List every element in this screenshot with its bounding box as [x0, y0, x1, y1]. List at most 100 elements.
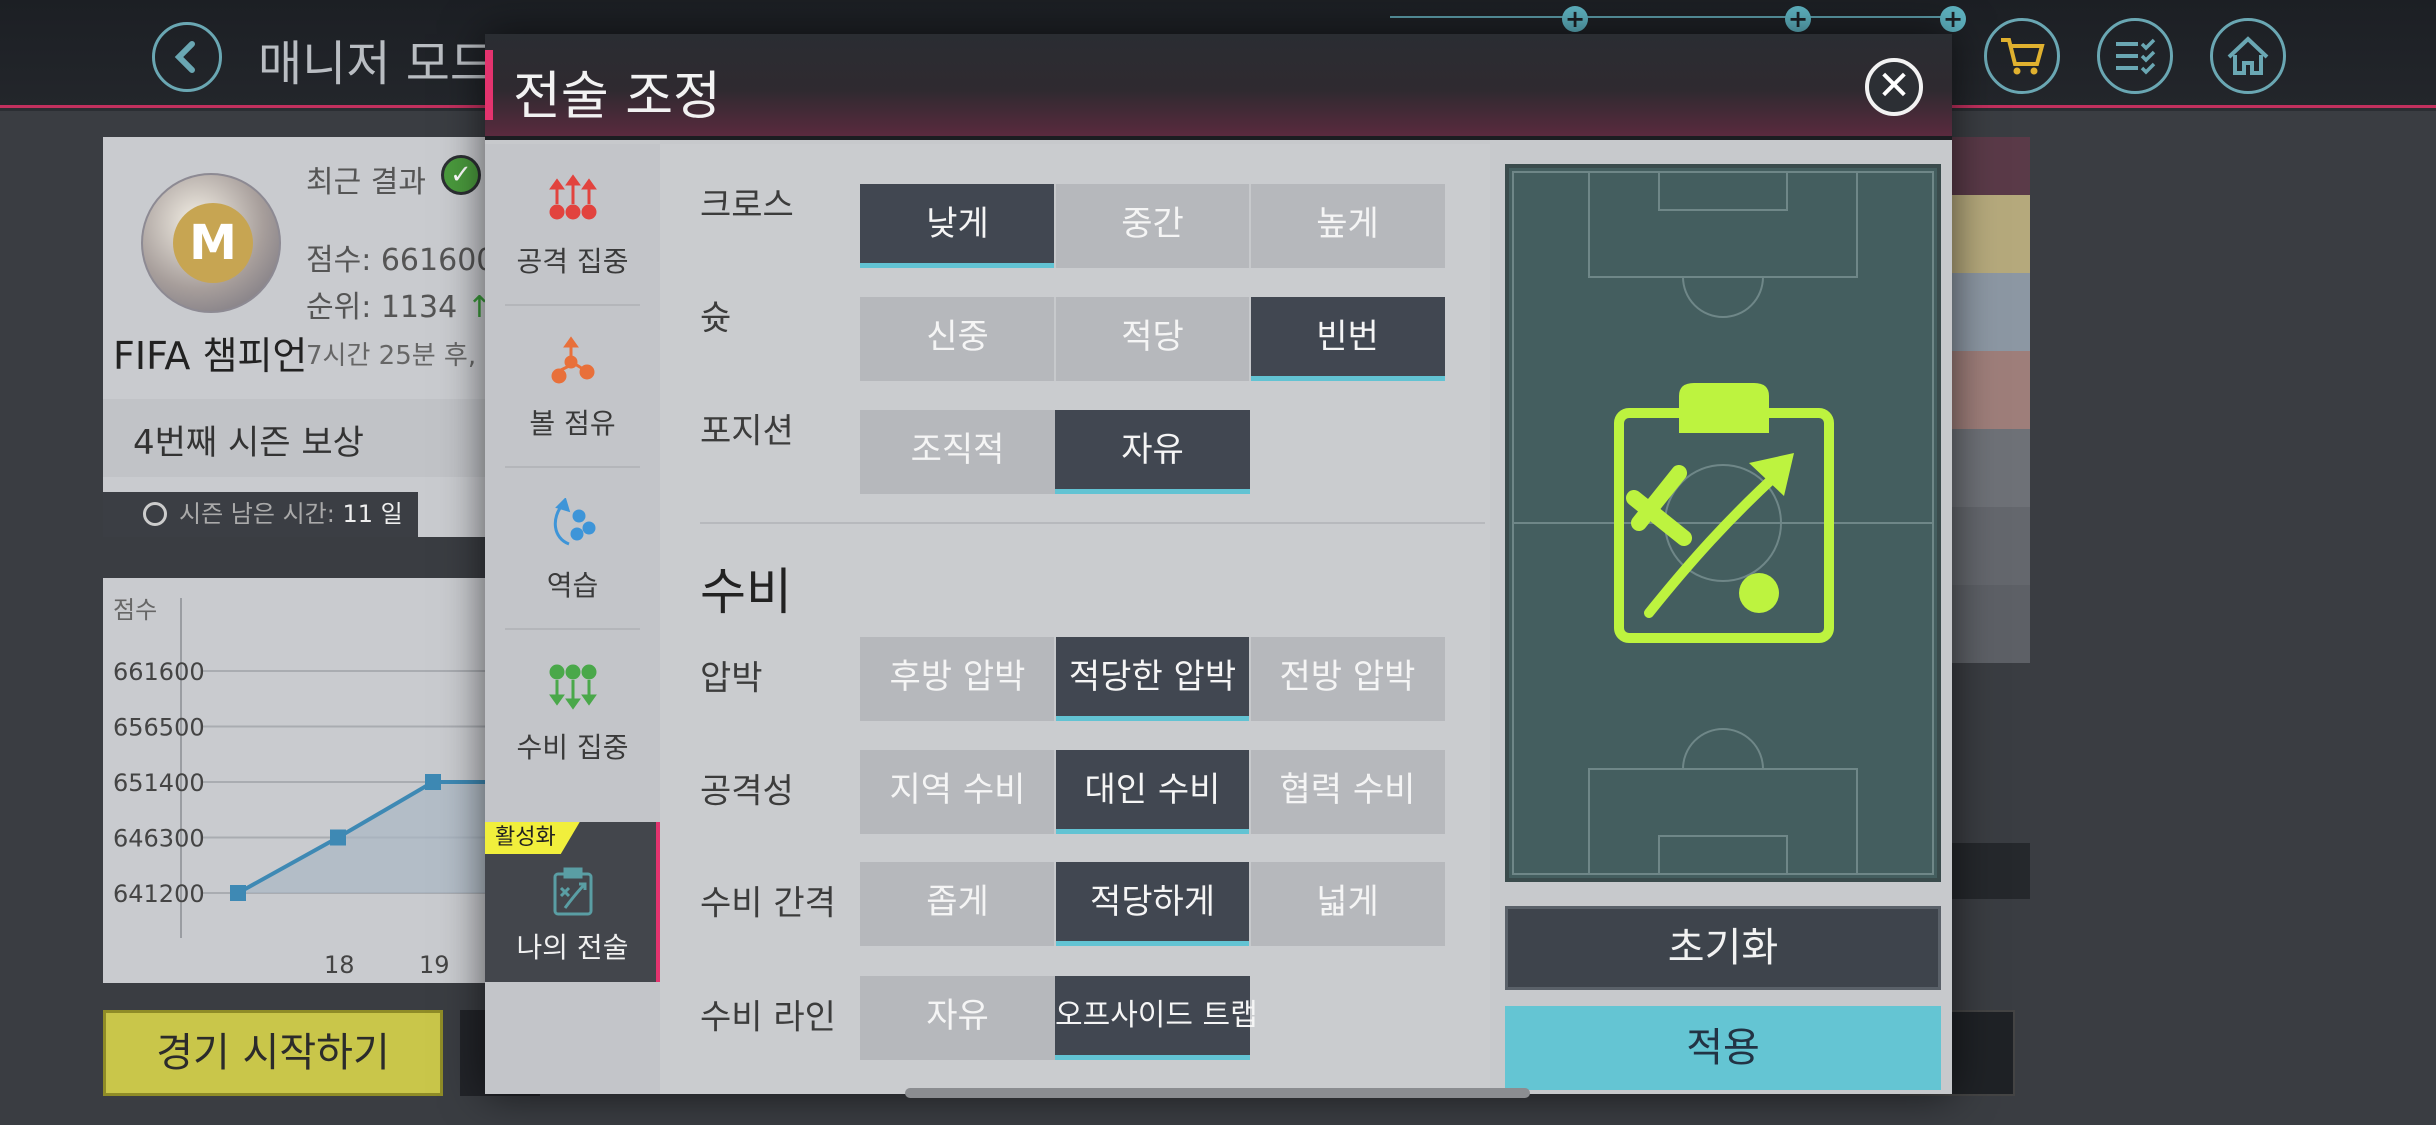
tab-my-tactics[interactable]: 활성화 나의 전술 — [485, 822, 660, 982]
aggression-man-option[interactable]: 대인 수비 — [1055, 750, 1250, 834]
counter-attack-icon — [553, 498, 596, 546]
aggression-label: 공격성 — [700, 771, 794, 812]
tab-possession[interactable]: 볼 점유 — [485, 306, 660, 466]
tab-label: 나의 전술 — [516, 931, 629, 964]
score-text: 점수: 661600 — [306, 243, 496, 278]
season-reward-banner[interactable]: 4번째 시즌 보상 — [103, 399, 523, 477]
chart-point — [230, 885, 246, 901]
pressure-front-option[interactable]: 전방 압박 — [1250, 637, 1445, 721]
attack-focus-icon — [549, 174, 597, 220]
rank-value: 순위: 1134 — [306, 290, 458, 325]
shot-careful-option[interactable]: 신중 — [860, 297, 1055, 381]
chart-y-tick-label: 651400 — [113, 769, 205, 797]
recent-results-label: 최근 결과 — [306, 165, 426, 200]
apply-button[interactable]: 적용 — [1505, 1006, 1941, 1090]
modal-header: 전술 조정 ✕ — [485, 34, 1952, 140]
pressure-label: 압박 — [700, 658, 763, 699]
pressure-back-option[interactable]: 후방 압박 — [860, 637, 1055, 721]
chart-y-tick-label: 646300 — [113, 825, 205, 853]
list-stripe — [1950, 429, 2030, 507]
chart-point — [330, 829, 346, 846]
chart-y-tick-label: 641200 — [113, 880, 205, 908]
chevron-left-icon — [174, 41, 195, 73]
line-offside-trap-option[interactable]: 오프사이드 트랩 — [1055, 976, 1258, 1060]
season-reward-label: 4번째 시즌 보상 — [133, 423, 364, 463]
cart-icon — [2001, 38, 2045, 75]
tab-defense-focus[interactable]: 수비 집중 — [485, 630, 660, 790]
aggression-zone-option[interactable]: 지역 수비 — [860, 750, 1055, 834]
clipboard-tactic-icon — [1614, 383, 1834, 643]
horizontal-scrollbar[interactable] — [905, 1088, 1530, 1098]
position-free-option[interactable]: 자유 — [1055, 410, 1250, 494]
list-stripe — [1950, 843, 2030, 899]
cross-high-option[interactable]: 높게 — [1250, 184, 1445, 268]
possession-icon — [551, 336, 595, 384]
defense-width-label: 수비 간격 — [700, 883, 836, 924]
emblem-logo: M — [173, 203, 253, 283]
plus-icon[interactable]: + — [1940, 6, 1966, 32]
page-title: 매니저 모드 — [258, 36, 495, 92]
tab-attack-focus[interactable]: 공격 집중 — [485, 144, 660, 304]
start-match-button[interactable]: 경기 시작하기 — [103, 1010, 443, 1096]
plus-icon[interactable]: + — [1785, 6, 1811, 32]
chart-y-tick-label: 661600 — [113, 658, 205, 686]
list-stripe — [1950, 195, 2030, 273]
segment-separator — [1249, 297, 1251, 381]
header-accent — [485, 50, 493, 120]
plus-icon[interactable]: + — [1562, 6, 1588, 32]
my-tactics-icon — [553, 867, 593, 916]
width-narrow-option[interactable]: 좁게 — [860, 862, 1055, 946]
profile-card: M 최근 결과 ✓ 점수: 661600 순위: 1134 ↑ FIFA 챔피언… — [103, 137, 523, 537]
position-label: 포지션 — [700, 411, 794, 452]
back-button[interactable] — [152, 22, 222, 92]
tactics-options: 크로스 낮게 중간 높게 슛 신중 적당 빈번 포지션 조직적 자유 수비 압박… — [660, 144, 1490, 1094]
home-icon — [2227, 36, 2269, 75]
tactics-preview-panel: 초기화 적용 — [1490, 144, 1952, 1094]
stopwatch-icon — [143, 502, 167, 526]
season-time-label: 시즌 남은 시간: — [179, 500, 335, 528]
rank-emblem: M — [141, 173, 281, 313]
section-divider — [700, 522, 1485, 524]
defense-section-title: 수비 — [700, 563, 792, 621]
segment-separator — [1249, 184, 1251, 268]
width-moderate-option[interactable]: 적당하게 — [1055, 862, 1250, 946]
shop-cart-button[interactable] — [1984, 18, 2060, 94]
list-stripe — [1950, 273, 2030, 351]
tab-label: 역습 — [546, 569, 599, 602]
chart-y-tick-label: 656500 — [113, 714, 205, 742]
cross-mid-option[interactable]: 중간 — [1055, 184, 1250, 268]
segment-separator — [1054, 637, 1056, 721]
shot-moderate-option[interactable]: 적당 — [1055, 297, 1250, 381]
pressure-moderate-option[interactable]: 적당한 압박 — [1055, 637, 1250, 721]
active-badge: 활성화 — [485, 822, 580, 854]
division-title: FIFA 챔피언 — [113, 334, 308, 378]
reset-button[interactable]: 초기화 — [1505, 906, 1941, 990]
checklist-icon — [2116, 38, 2156, 75]
checklist-button[interactable] — [2097, 18, 2173, 94]
segment-separator — [1054, 750, 1056, 834]
close-button[interactable]: ✕ — [1865, 58, 1923, 116]
rank-text: 순위: 1134 ↑ — [306, 282, 492, 326]
segment-separator — [1249, 862, 1251, 946]
tactics-modal: 전술 조정 ✕ 공격 집중 볼 점유 역습 수비 집중 활성화 나의 전술 크로… — [485, 34, 1952, 1094]
chart-x-tick-label: 18 — [324, 951, 355, 979]
width-wide-option[interactable]: 넓게 — [1250, 862, 1445, 946]
cross-low-option[interactable]: 낮게 — [860, 184, 1055, 268]
line-free-option[interactable]: 자유 — [860, 976, 1055, 1060]
chart-x-tick-label: 19 — [419, 951, 450, 979]
defense-focus-icon — [549, 664, 597, 710]
shot-frequent-option[interactable]: 빈번 — [1250, 297, 1445, 381]
list-stripe — [1950, 585, 2030, 663]
win-check-icon: ✓ — [441, 155, 481, 195]
cross-label: 크로스 — [700, 185, 794, 226]
position-organized-option[interactable]: 조직적 — [860, 410, 1055, 494]
tab-label: 수비 집중 — [516, 731, 629, 764]
tab-label: 공격 집중 — [516, 245, 629, 278]
tab-counter-attack[interactable]: 역습 — [485, 468, 660, 628]
modal-title: 전술 조정 — [513, 67, 721, 127]
aggression-cooperative-option[interactable]: 협력 수비 — [1250, 750, 1445, 834]
list-stripe — [1950, 507, 2030, 585]
home-button[interactable] — [2210, 18, 2286, 94]
shot-label: 슛 — [700, 298, 732, 339]
tab-label: 볼 점유 — [529, 407, 616, 440]
